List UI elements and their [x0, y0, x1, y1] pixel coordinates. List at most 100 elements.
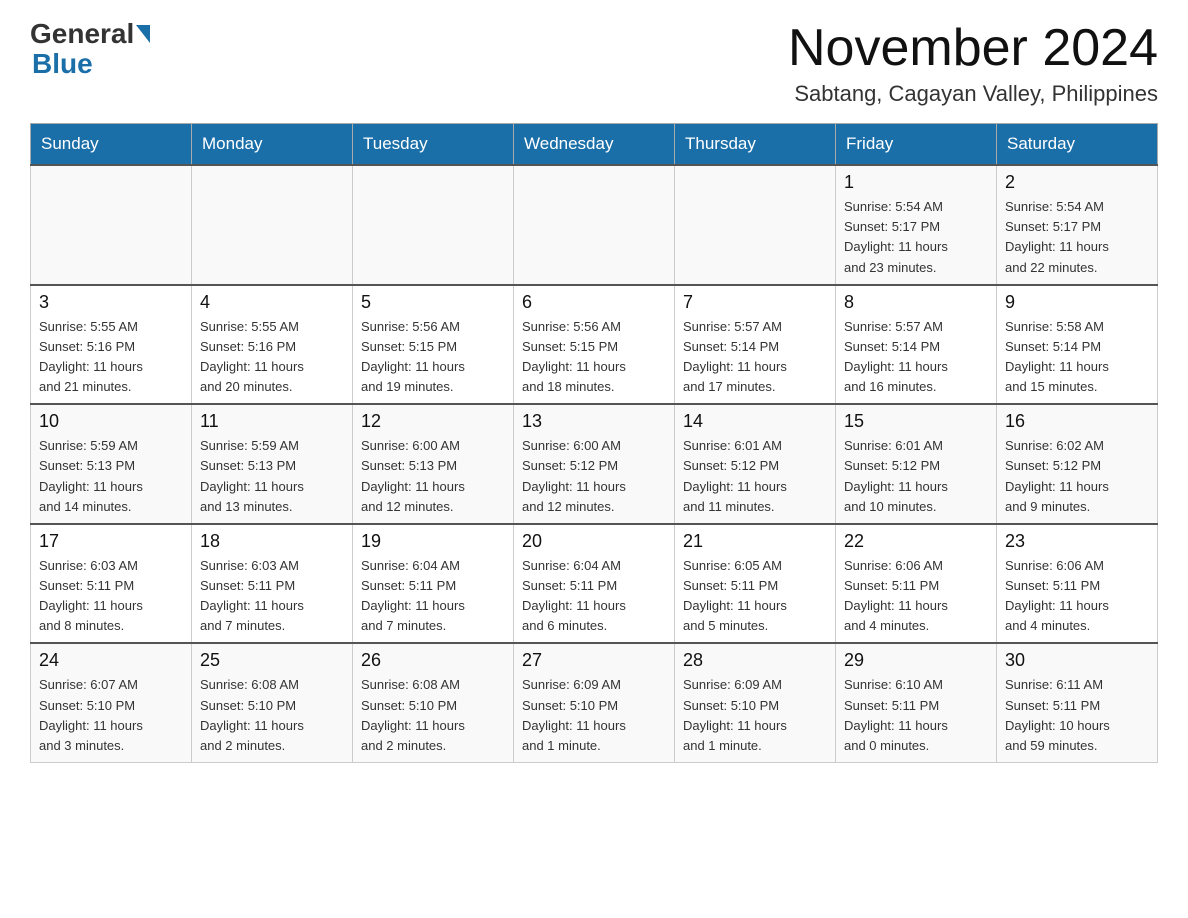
day-number: 5 — [361, 292, 505, 313]
day-info: Sunrise: 6:08 AMSunset: 5:10 PMDaylight:… — [200, 675, 344, 756]
day-number: 30 — [1005, 650, 1149, 671]
day-cell — [675, 165, 836, 285]
day-cell — [192, 165, 353, 285]
day-cell: 3 Sunrise: 5:55 AMSunset: 5:16 PMDaylight… — [31, 285, 192, 405]
day-info: Sunrise: 5:56 AMSunset: 5:15 PMDaylight:… — [361, 317, 505, 398]
day-number: 15 — [844, 411, 988, 432]
day-info: Sunrise: 5:56 AMSunset: 5:15 PMDaylight:… — [522, 317, 666, 398]
day-cell: 23 Sunrise: 6:06 AMSunset: 5:11 PMDayligh… — [997, 524, 1158, 644]
day-info: Sunrise: 6:04 AMSunset: 5:11 PMDaylight:… — [361, 556, 505, 637]
day-number: 23 — [1005, 531, 1149, 552]
day-number: 8 — [844, 292, 988, 313]
day-cell — [514, 165, 675, 285]
day-cell: 19 Sunrise: 6:04 AMSunset: 5:11 PMDayligh… — [353, 524, 514, 644]
day-cell: 11 Sunrise: 5:59 AMSunset: 5:13 PMDayligh… — [192, 404, 353, 524]
day-info: Sunrise: 6:01 AMSunset: 5:12 PMDaylight:… — [844, 436, 988, 517]
day-number: 12 — [361, 411, 505, 432]
day-info: Sunrise: 6:06 AMSunset: 5:11 PMDaylight:… — [844, 556, 988, 637]
logo-general-text: General — [30, 20, 134, 48]
day-number: 24 — [39, 650, 183, 671]
day-info: Sunrise: 5:57 AMSunset: 5:14 PMDaylight:… — [683, 317, 827, 398]
day-number: 28 — [683, 650, 827, 671]
day-cell: 27 Sunrise: 6:09 AMSunset: 5:10 PMDayligh… — [514, 643, 675, 762]
day-header-tuesday: Tuesday — [353, 124, 514, 166]
week-row-5: 24 Sunrise: 6:07 AMSunset: 5:10 PMDayligh… — [31, 643, 1158, 762]
calendar-header-row: SundayMondayTuesdayWednesdayThursdayFrid… — [31, 124, 1158, 166]
day-info: Sunrise: 6:06 AMSunset: 5:11 PMDaylight:… — [1005, 556, 1149, 637]
day-info: Sunrise: 5:59 AMSunset: 5:13 PMDaylight:… — [39, 436, 183, 517]
day-cell: 29 Sunrise: 6:10 AMSunset: 5:11 PMDayligh… — [836, 643, 997, 762]
calendar-table: SundayMondayTuesdayWednesdayThursdayFrid… — [30, 123, 1158, 763]
week-row-3: 10 Sunrise: 5:59 AMSunset: 5:13 PMDayligh… — [31, 404, 1158, 524]
logo-blue-text: Blue — [32, 48, 93, 80]
day-info: Sunrise: 6:02 AMSunset: 5:12 PMDaylight:… — [1005, 436, 1149, 517]
day-cell: 30 Sunrise: 6:11 AMSunset: 5:11 PMDayligh… — [997, 643, 1158, 762]
day-info: Sunrise: 6:00 AMSunset: 5:12 PMDaylight:… — [522, 436, 666, 517]
day-number: 2 — [1005, 172, 1149, 193]
day-number: 20 — [522, 531, 666, 552]
day-number: 29 — [844, 650, 988, 671]
day-cell: 17Sunrise: 6:03 AMSunset: 5:11 PMDayligh… — [31, 524, 192, 644]
day-info: Sunrise: 6:07 AMSunset: 5:10 PMDaylight:… — [39, 675, 183, 756]
day-cell: 9 Sunrise: 5:58 AMSunset: 5:14 PMDaylight… — [997, 285, 1158, 405]
day-cell: 2 Sunrise: 5:54 AMSunset: 5:17 PMDaylight… — [997, 165, 1158, 285]
day-header-wednesday: Wednesday — [514, 124, 675, 166]
day-info: Sunrise: 6:03 AMSunset: 5:11 PMDaylight:… — [200, 556, 344, 637]
day-cell: 25 Sunrise: 6:08 AMSunset: 5:10 PMDayligh… — [192, 643, 353, 762]
day-number: 6 — [522, 292, 666, 313]
day-number: 1 — [844, 172, 988, 193]
week-row-2: 3 Sunrise: 5:55 AMSunset: 5:16 PMDaylight… — [31, 285, 1158, 405]
day-info: Sunrise: 5:55 AMSunset: 5:16 PMDaylight:… — [39, 317, 183, 398]
day-number: 16 — [1005, 411, 1149, 432]
day-cell: 20 Sunrise: 6:04 AMSunset: 5:11 PMDayligh… — [514, 524, 675, 644]
day-header-friday: Friday — [836, 124, 997, 166]
day-info: Sunrise: 6:03 AMSunset: 5:11 PMDaylight:… — [39, 556, 183, 637]
day-cell: 4 Sunrise: 5:55 AMSunset: 5:16 PMDaylight… — [192, 285, 353, 405]
day-cell: 22 Sunrise: 6:06 AMSunset: 5:11 PMDayligh… — [836, 524, 997, 644]
day-cell: 13 Sunrise: 6:00 AMSunset: 5:12 PMDayligh… — [514, 404, 675, 524]
title-area: November 2024 Sabtang, Cagayan Valley, P… — [788, 20, 1158, 107]
day-info: Sunrise: 5:54 AMSunset: 5:17 PMDaylight:… — [1005, 197, 1149, 278]
day-info: Sunrise: 6:10 AMSunset: 5:11 PMDaylight:… — [844, 675, 988, 756]
day-header-monday: Monday — [192, 124, 353, 166]
day-cell: 6 Sunrise: 5:56 AMSunset: 5:15 PMDaylight… — [514, 285, 675, 405]
day-number: 19 — [361, 531, 505, 552]
day-info: Sunrise: 5:58 AMSunset: 5:14 PMDaylight:… — [1005, 317, 1149, 398]
day-info: Sunrise: 6:09 AMSunset: 5:10 PMDaylight:… — [522, 675, 666, 756]
day-number: 3 — [39, 292, 183, 313]
day-header-saturday: Saturday — [997, 124, 1158, 166]
day-info: Sunrise: 5:57 AMSunset: 5:14 PMDaylight:… — [844, 317, 988, 398]
day-info: Sunrise: 6:11 AMSunset: 5:11 PMDaylight:… — [1005, 675, 1149, 756]
day-cell — [353, 165, 514, 285]
day-info: Sunrise: 6:09 AMSunset: 5:10 PMDaylight:… — [683, 675, 827, 756]
page-header: General Blue November 2024 Sabtang, Caga… — [30, 20, 1158, 107]
day-number: 10 — [39, 411, 183, 432]
day-number: 9 — [1005, 292, 1149, 313]
day-cell: 12Sunrise: 6:00 AMSunset: 5:13 PMDayligh… — [353, 404, 514, 524]
day-number: 22 — [844, 531, 988, 552]
day-info: Sunrise: 5:59 AMSunset: 5:13 PMDaylight:… — [200, 436, 344, 517]
day-cell: 21 Sunrise: 6:05 AMSunset: 5:11 PMDayligh… — [675, 524, 836, 644]
day-cell: 1 Sunrise: 5:54 AMSunset: 5:17 PMDaylight… — [836, 165, 997, 285]
day-number: 25 — [200, 650, 344, 671]
day-info: Sunrise: 5:54 AMSunset: 5:17 PMDaylight:… — [844, 197, 988, 278]
week-row-4: 17Sunrise: 6:03 AMSunset: 5:11 PMDayligh… — [31, 524, 1158, 644]
day-cell: 28 Sunrise: 6:09 AMSunset: 5:10 PMDayligh… — [675, 643, 836, 762]
day-info: Sunrise: 6:04 AMSunset: 5:11 PMDaylight:… — [522, 556, 666, 637]
day-header-thursday: Thursday — [675, 124, 836, 166]
day-info: Sunrise: 6:01 AMSunset: 5:12 PMDaylight:… — [683, 436, 827, 517]
day-info: Sunrise: 6:05 AMSunset: 5:11 PMDaylight:… — [683, 556, 827, 637]
day-cell: 18Sunrise: 6:03 AMSunset: 5:11 PMDayligh… — [192, 524, 353, 644]
logo-area: General Blue — [30, 20, 152, 80]
day-number: 14 — [683, 411, 827, 432]
day-number: 11 — [200, 411, 344, 432]
day-number: 21 — [683, 531, 827, 552]
week-row-1: 1 Sunrise: 5:54 AMSunset: 5:17 PMDaylight… — [31, 165, 1158, 285]
day-number: 7 — [683, 292, 827, 313]
day-info: Sunrise: 6:08 AMSunset: 5:10 PMDaylight:… — [361, 675, 505, 756]
day-info: Sunrise: 5:55 AMSunset: 5:16 PMDaylight:… — [200, 317, 344, 398]
day-number: 13 — [522, 411, 666, 432]
day-number: 27 — [522, 650, 666, 671]
day-cell: 24 Sunrise: 6:07 AMSunset: 5:10 PMDayligh… — [31, 643, 192, 762]
day-number: 4 — [200, 292, 344, 313]
